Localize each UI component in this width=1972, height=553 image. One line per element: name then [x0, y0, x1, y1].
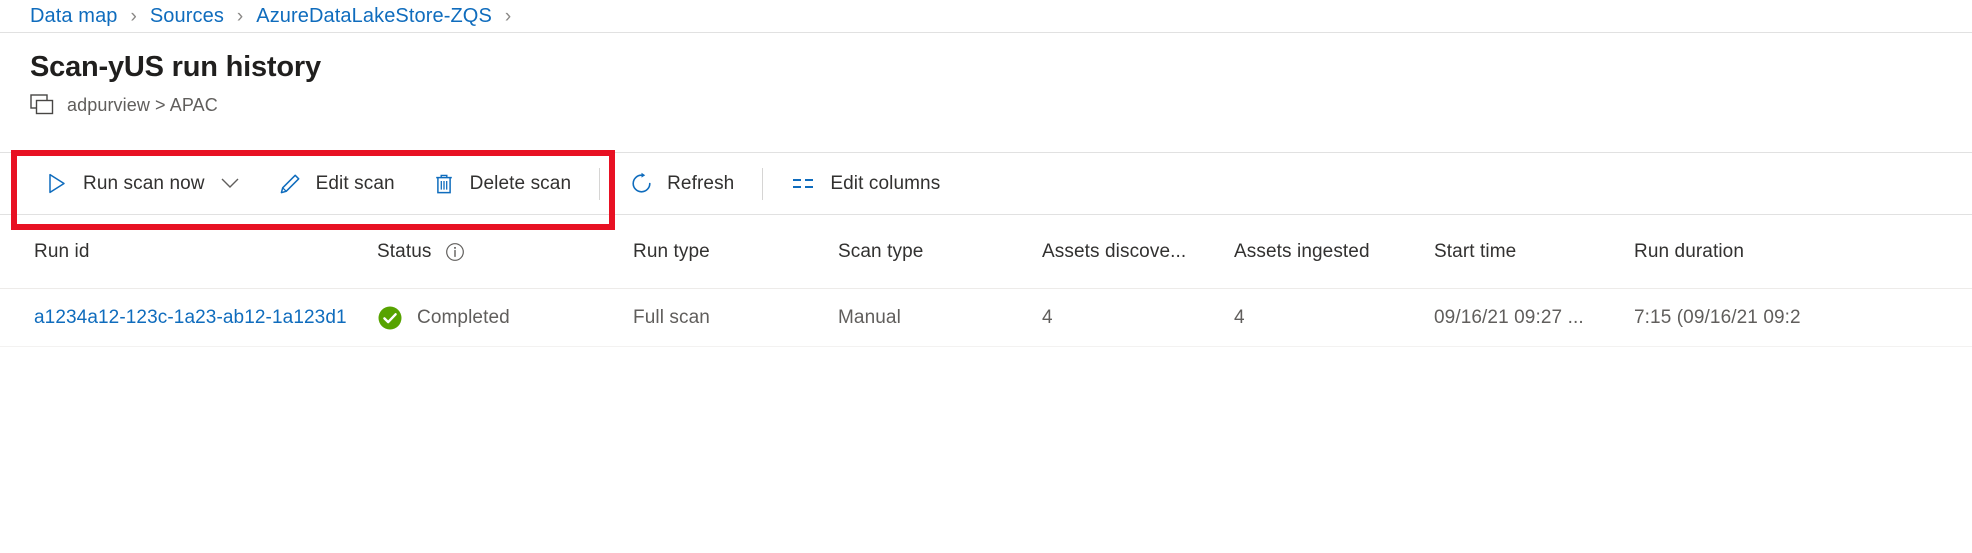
column-header-status-label: Status [377, 241, 431, 263]
cell-scan-type: Manual [838, 307, 1042, 329]
column-header-start-time[interactable]: Start time [1434, 241, 1634, 263]
collection-path-row: adpurview > APAC [30, 94, 321, 116]
column-header-run-duration[interactable]: Run duration [1634, 241, 1934, 263]
success-check-icon [377, 305, 403, 331]
delete-scan-label: Delete scan [470, 173, 571, 195]
cell-assets-discovered: 4 [1042, 307, 1234, 329]
scan-run-history-page: Data map › Sources › AzureDataLakeStore-… [0, 0, 1972, 553]
column-header-scan-type[interactable]: Scan type [838, 241, 1042, 263]
cell-status: Completed [377, 305, 633, 331]
toolbar-divider [599, 168, 600, 200]
run-scan-now-label: Run scan now [83, 173, 205, 195]
cell-run-id[interactable]: a1234a12-123c-1a23-ab12-1a123d1 [34, 307, 377, 329]
play-icon [44, 171, 70, 197]
table-row[interactable]: a1234a12-123c-1a23-ab12-1a123d1 Complete… [0, 289, 1972, 347]
edit-scan-button[interactable]: Edit scan [267, 153, 405, 214]
refresh-label: Refresh [667, 173, 734, 195]
breadcrumb: Data map › Sources › AzureDataLakeStore-… [0, 0, 1972, 33]
chevron-down-icon[interactable] [219, 173, 241, 195]
delete-scan-button[interactable]: Delete scan [421, 153, 581, 214]
trash-icon [431, 171, 457, 197]
column-header-assets-ingested[interactable]: Assets ingested [1234, 241, 1434, 263]
edit-columns-label: Edit columns [830, 173, 940, 195]
run-scan-now-button[interactable]: Run scan now [34, 153, 251, 214]
edit-columns-button[interactable]: Edit columns [781, 153, 950, 214]
table-header-row: Run id Status Run type Scan type Assets … [0, 215, 1972, 289]
breadcrumb-separator-trailing: › [505, 7, 511, 26]
cell-run-type: Full scan [633, 307, 838, 329]
column-header-assets-discovered[interactable]: Assets discove... [1042, 241, 1234, 263]
run-history-table: Run id Status Run type Scan type Assets … [0, 215, 1972, 347]
refresh-button[interactable]: Refresh [618, 153, 744, 214]
column-header-run-type[interactable]: Run type [633, 241, 838, 263]
edit-scan-label: Edit scan [316, 173, 395, 195]
refresh-icon [628, 171, 654, 197]
breadcrumb-item-sources[interactable]: Sources [150, 5, 224, 28]
cell-start-time: 09/16/21 09:27 ... [1434, 307, 1634, 329]
column-header-status[interactable]: Status [377, 241, 633, 263]
cell-status-label: Completed [417, 307, 510, 329]
command-bar: Run scan now Edit scan [0, 152, 1972, 215]
breadcrumb-separator: › [237, 7, 243, 26]
toolbar-divider [762, 168, 763, 200]
page-title: Scan-yUS run history [30, 50, 321, 84]
edit-columns-icon [791, 171, 817, 197]
breadcrumb-item-data-map[interactable]: Data map [30, 5, 118, 28]
breadcrumb-separator: › [131, 7, 137, 26]
pencil-icon [277, 171, 303, 197]
cell-run-duration: 7:15 (09/16/21 09:2 [1634, 307, 1934, 329]
title-area: Scan-yUS run history adpurview > APAC [30, 50, 321, 116]
collection-path: adpurview > APAC [67, 95, 218, 116]
column-header-run-id[interactable]: Run id [34, 241, 377, 263]
cell-assets-ingested: 4 [1234, 307, 1434, 329]
breadcrumb-item-azuredatalakestore-zqs[interactable]: AzureDataLakeStore-ZQS [256, 5, 492, 28]
collection-icon [30, 94, 56, 116]
info-icon[interactable] [444, 241, 466, 263]
